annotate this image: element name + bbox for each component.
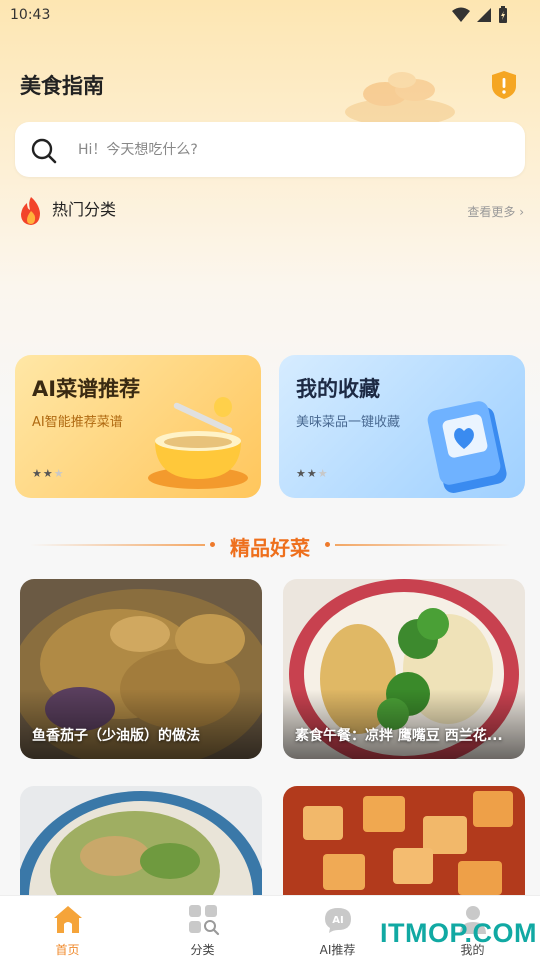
hot-categories-title: 热门分类: [52, 200, 117, 219]
dish-card[interactable]: 鱼香茄子（少油版）的做法: [20, 579, 262, 759]
dish-title: 素食午餐：凉拌 鹰嘴豆 西兰花...: [295, 728, 503, 744]
card-rating: ★★★: [296, 467, 329, 480]
search-placeholder: Hi！今天想吃什么?: [78, 142, 198, 158]
page-title: 美食指南: [20, 74, 104, 98]
search-icon: [31, 138, 57, 164]
dish-title: [283, 881, 525, 895]
fire-icon: [21, 197, 40, 225]
signal-icon: [477, 8, 491, 22]
tab-home[interactable]: 首页: [0, 896, 135, 960]
hot-categories-header: 热门分类 查看更多 ›: [18, 194, 524, 228]
status-bar: 10:43: [0, 0, 540, 32]
tab-label: 分类: [190, 943, 215, 957]
status-icons: [452, 6, 508, 24]
ai-recipe-card[interactable]: AI菜谱推荐 AI智能推荐菜谱 ★★★: [15, 355, 261, 498]
section-header: 精品好菜: [30, 530, 510, 560]
rating-star: ★★★: [296, 467, 329, 480]
background-shrimp-illustration: [345, 72, 455, 126]
home-icon: [53, 906, 82, 933]
dish-card[interactable]: [20, 786, 262, 895]
dish-title: [20, 881, 262, 895]
watermark-text: ITMOP.COM: [380, 918, 538, 948]
dish-card[interactable]: [283, 786, 525, 895]
heart-book-icon: [427, 401, 507, 493]
card-title: AI菜谱推荐: [32, 377, 141, 401]
svg-text:AI: AI: [332, 915, 343, 926]
battery-charging-icon: [499, 6, 507, 23]
divider-dot: [325, 542, 330, 547]
tab-label: 首页: [55, 943, 80, 957]
card-subtitle: 美味菜品一键收藏: [296, 415, 401, 430]
card-subtitle: AI智能推荐菜谱: [32, 415, 123, 430]
dish-photo: [283, 786, 525, 895]
tab-category[interactable]: 分类: [135, 896, 270, 960]
rating-star: ★★★: [32, 467, 65, 480]
category-grid-icon: [188, 905, 219, 936]
card-title: 我的收藏: [296, 377, 380, 401]
status-time: 10:43: [10, 7, 51, 23]
ai-robot-icon: AI: [324, 908, 351, 933]
wifi-icon: [452, 7, 470, 22]
dish-photo: [20, 786, 262, 895]
section-title: 精品好菜: [230, 536, 310, 560]
shield-alert-icon[interactable]: [490, 70, 518, 100]
search-input[interactable]: Hi！今天想吃什么?: [15, 122, 525, 177]
card-rating: ★★★: [32, 467, 65, 480]
soup-bowl-icon: [148, 397, 248, 489]
dish-card[interactable]: 素食午餐：凉拌 鹰嘴豆 西兰花...: [283, 579, 525, 759]
see-more-link[interactable]: 查看更多 ›: [467, 203, 524, 220]
divider-line: [335, 544, 510, 546]
dish-title: 鱼香茄子（少油版）的做法: [32, 728, 200, 744]
favorites-card[interactable]: 我的收藏 美味菜品一键收藏 ★★★: [279, 355, 525, 498]
